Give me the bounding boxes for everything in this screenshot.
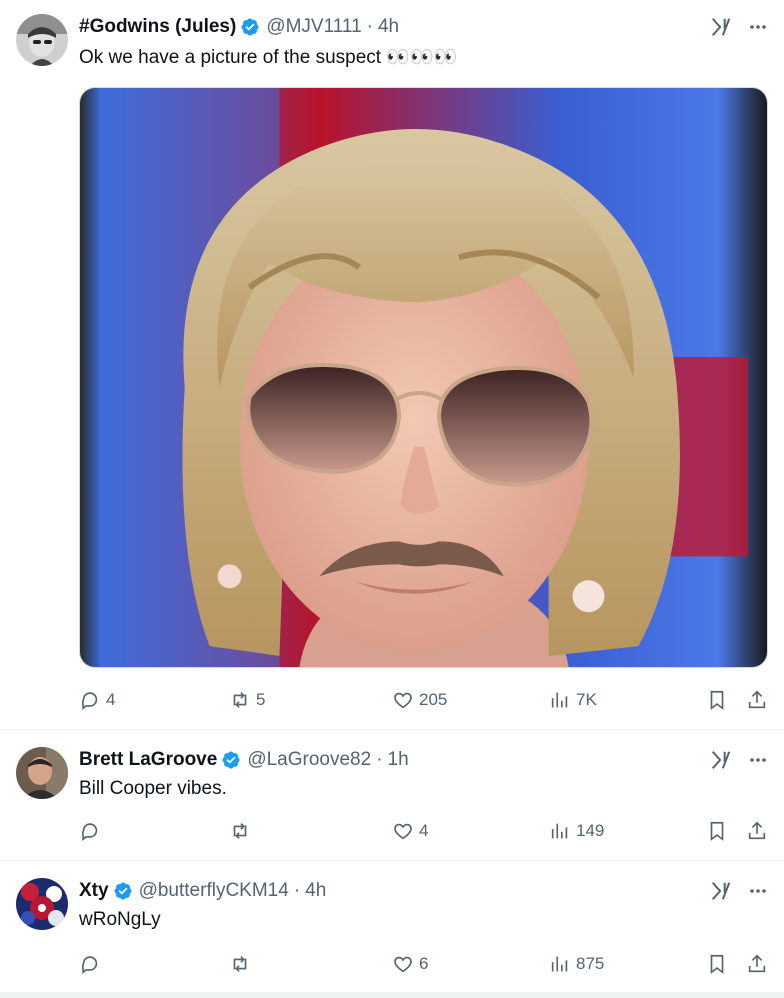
display-name[interactable]: Brett LaGroove: [79, 749, 217, 771]
share-icon: [748, 690, 766, 709]
like-button[interactable]: 6: [392, 952, 428, 976]
more-icon[interactable]: [748, 881, 768, 901]
reply-icon: [81, 692, 98, 711]
heart-icon: [394, 823, 412, 840]
post-header: #Godwins (Jules) @MJV1111 · 4h: [79, 14, 714, 40]
heart-icon: [394, 956, 412, 973]
repost-icon: [233, 956, 247, 972]
post-text: Bill Cooper vibes.: [79, 778, 227, 799]
display-name[interactable]: #Godwins (Jules): [79, 16, 236, 38]
separator: ·: [293, 880, 301, 901]
avatar[interactable]: [16, 878, 68, 930]
share-button[interactable]: [746, 688, 768, 712]
views-icon: [551, 823, 568, 839]
avatar[interactable]: [16, 14, 68, 66]
post[interactable]: #Godwins (Jules) @MJV1111 · 4h Ok we hav…: [0, 0, 784, 730]
post-header: Xty @butterflyCKM14 · 4h: [79, 878, 714, 904]
post-actions: 6 875: [79, 952, 770, 976]
bookmark-button[interactable]: [706, 819, 728, 843]
view-count: 875: [576, 954, 605, 973]
view-count: 149: [576, 821, 605, 840]
like-button[interactable]: 205: [392, 688, 447, 712]
share-button[interactable]: [746, 819, 768, 843]
like-button[interactable]: 4: [392, 819, 428, 843]
post-text: Ok we have a picture of the suspect 👀👀👀: [79, 47, 458, 68]
more-icon[interactable]: [748, 17, 768, 37]
feed-bottom-divider: [0, 992, 784, 998]
handle[interactable]: @butterflyCKM14: [139, 880, 289, 902]
reply-icon: [81, 823, 98, 842]
grok-icon[interactable]: [710, 880, 732, 902]
bookmark-button[interactable]: [706, 952, 728, 976]
handle[interactable]: @LaGroove82: [247, 749, 371, 771]
heart-icon: [394, 692, 412, 709]
post[interactable]: Xty @butterflyCKM14 · 4h wRoNgLy 6 875: [0, 861, 784, 992]
verified-badge-icon: [240, 17, 260, 37]
views-icon: [551, 956, 568, 972]
views-button[interactable]: 149: [549, 819, 604, 843]
bookmark-icon: [710, 690, 724, 710]
avatar[interactable]: [16, 747, 68, 799]
bookmark-icon: [710, 954, 724, 974]
reply-button[interactable]: [79, 952, 106, 976]
post-text: wRoNgLy: [79, 909, 161, 930]
more-icon[interactable]: [748, 750, 768, 770]
separator: ·: [366, 16, 373, 37]
timestamp[interactable]: 4h: [305, 880, 326, 902]
post-image[interactable]: [79, 87, 768, 668]
grok-icon[interactable]: [710, 16, 732, 38]
post[interactable]: Brett LaGroove @LaGroove82 · 1h Bill Coo…: [0, 730, 784, 861]
reply-icon: [81, 956, 98, 975]
share-button[interactable]: [746, 952, 768, 976]
views-button[interactable]: 875: [549, 952, 604, 976]
like-count: 205: [419, 690, 448, 709]
separator: ·: [376, 749, 383, 770]
share-icon: [748, 821, 766, 840]
handle[interactable]: @MJV1111: [266, 16, 361, 38]
repost-button[interactable]: 5: [229, 688, 265, 712]
timestamp[interactable]: 4h: [378, 16, 399, 38]
share-icon: [748, 954, 766, 973]
reply-count: 4: [106, 690, 116, 709]
display-name[interactable]: Xty: [79, 880, 109, 902]
like-count: 4: [419, 821, 429, 840]
post-actions: 4 149: [79, 819, 770, 843]
views-button[interactable]: 7K: [549, 688, 597, 712]
reply-button[interactable]: 4: [79, 688, 115, 712]
timestamp[interactable]: 1h: [388, 749, 409, 771]
bookmark-icon: [710, 821, 724, 841]
reply-button[interactable]: [79, 819, 106, 843]
repost-button[interactable]: [229, 819, 256, 843]
verified-badge-icon: [221, 750, 241, 770]
repost-icon: [233, 692, 247, 708]
repost-button[interactable]: [229, 952, 256, 976]
repost-count: 5: [256, 690, 266, 709]
grok-icon[interactable]: [710, 749, 732, 771]
post-actions: 4 5 205 7K: [79, 688, 770, 712]
view-count: 7K: [576, 690, 597, 709]
bookmark-button[interactable]: [706, 688, 728, 712]
repost-icon: [233, 823, 247, 839]
views-icon: [551, 692, 568, 708]
verified-badge-icon: [113, 881, 133, 901]
post-header: Brett LaGroove @LaGroove82 · 1h: [79, 747, 714, 773]
like-count: 6: [419, 954, 429, 973]
